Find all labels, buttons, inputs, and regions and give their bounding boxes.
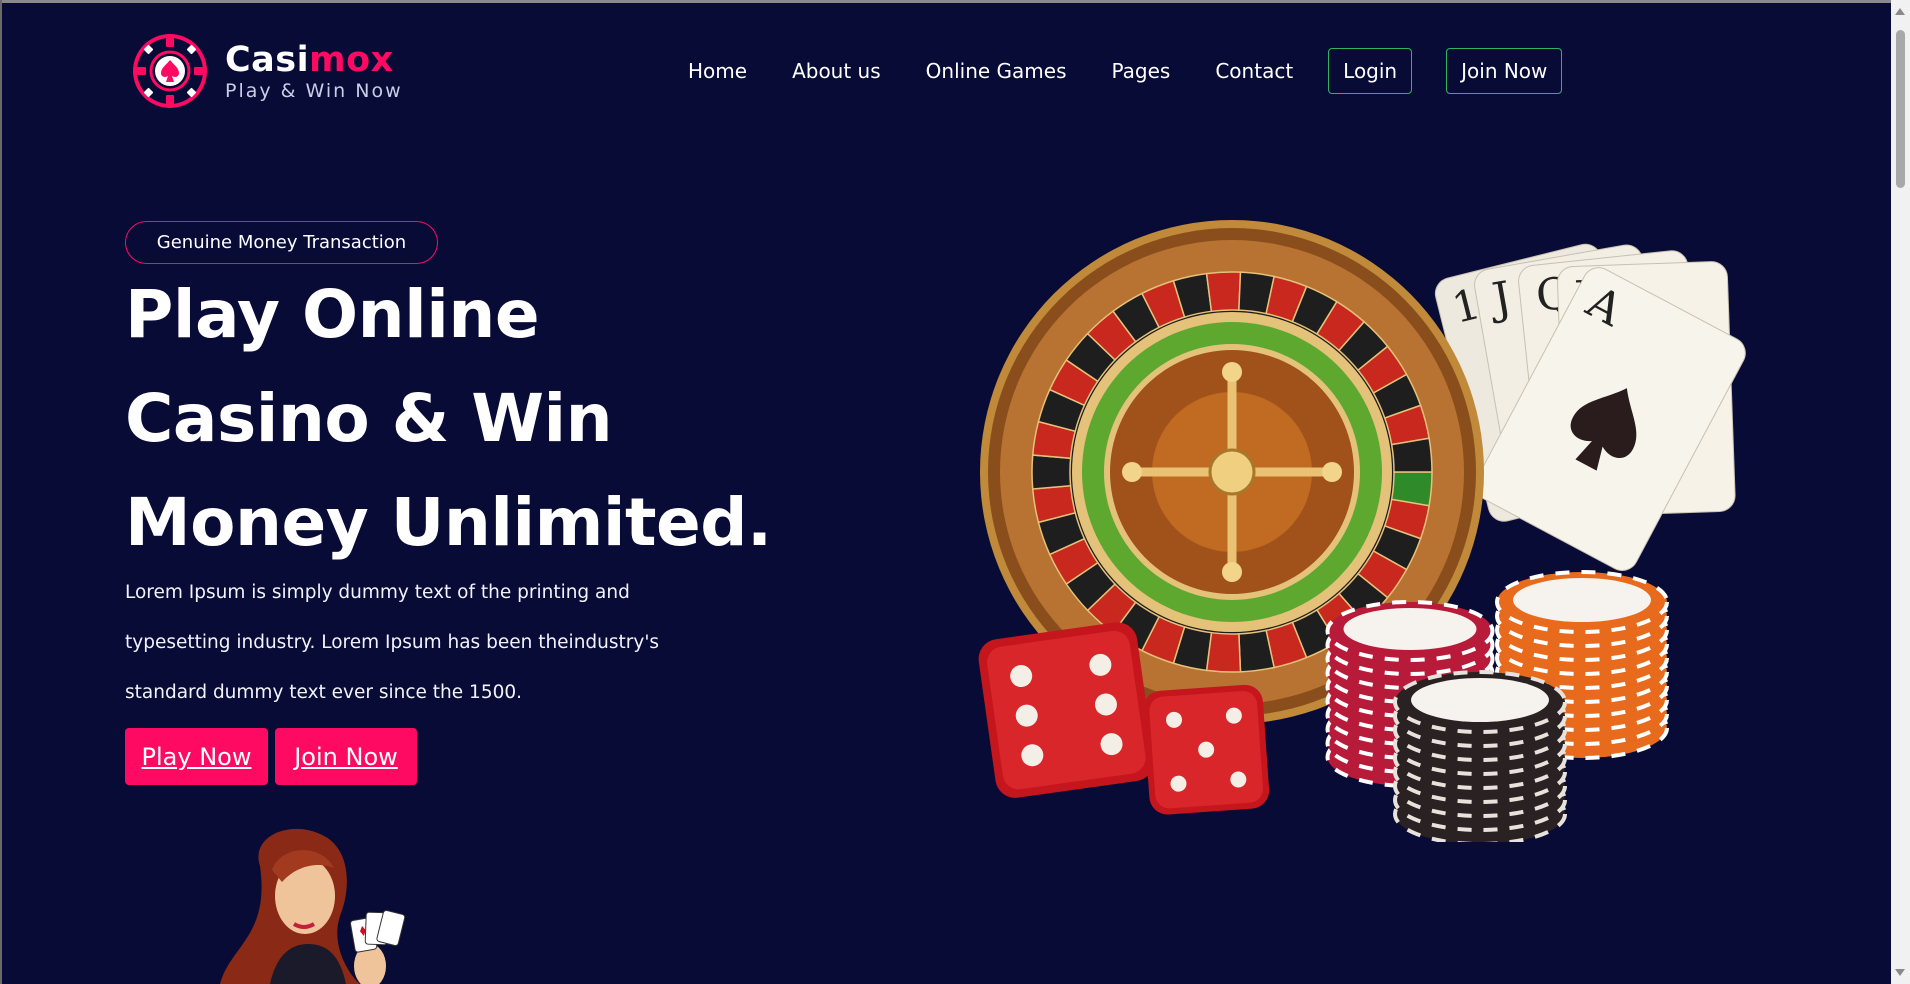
hero-headline: Play Online Casino & Win Money Unlimited… [125,263,772,575]
casino-chips-icon [1325,570,1669,842]
logo-name-part2: mox [309,40,394,80]
poker-chip-spade-icon [133,34,207,108]
nav-pages[interactable]: Pages [1112,59,1171,83]
header-join-now-button[interactable]: Join Now [1446,48,1563,94]
main-nav: Home About us Online Games Pages Contact… [688,48,1563,94]
play-now-button[interactable]: Play Now [125,728,268,785]
casino-illustration: 10 J Q K A [978,220,1746,842]
hero-buttons: Play Now Join Now [125,728,424,785]
window-top-border [0,0,1910,3]
logo[interactable]: Casimox Play & Win Now [131,32,403,110]
nav-online-games[interactable]: Online Games [926,59,1067,83]
logo-name-part1: Casi [225,40,310,80]
logo-text: Casimox Play & Win Now [225,40,403,102]
logo-tagline: Play & Win Now [225,80,403,102]
hero-description: Lorem Ipsum is simply dummy text of the … [125,582,660,703]
logo-name: Casimox [225,40,403,80]
headline-line-3: Money Unlimited. [125,484,772,561]
nav-contact[interactable]: Contact [1215,59,1293,83]
headline-line-1: Play Online [125,276,540,353]
nav-home[interactable]: Home [688,59,747,83]
woman-with-cards-icon [220,828,406,984]
hero-join-now-button[interactable]: Join Now [275,728,417,785]
nav-about-us[interactable]: About us [792,59,881,83]
scroll-down-arrow-icon[interactable] [1895,969,1905,976]
scrollbar-thumb[interactable] [1896,30,1905,188]
window-left-border [0,0,2,984]
login-button[interactable]: Login [1328,48,1413,94]
vertical-scrollbar[interactable] [1891,0,1910,984]
headline-line-2: Casino & Win [125,380,613,457]
playing-cards-icon: 10 J Q K A [1434,243,1746,571]
scroll-up-arrow-icon[interactable] [1895,8,1905,15]
genuine-money-badge: Genuine Money Transaction [125,221,438,264]
